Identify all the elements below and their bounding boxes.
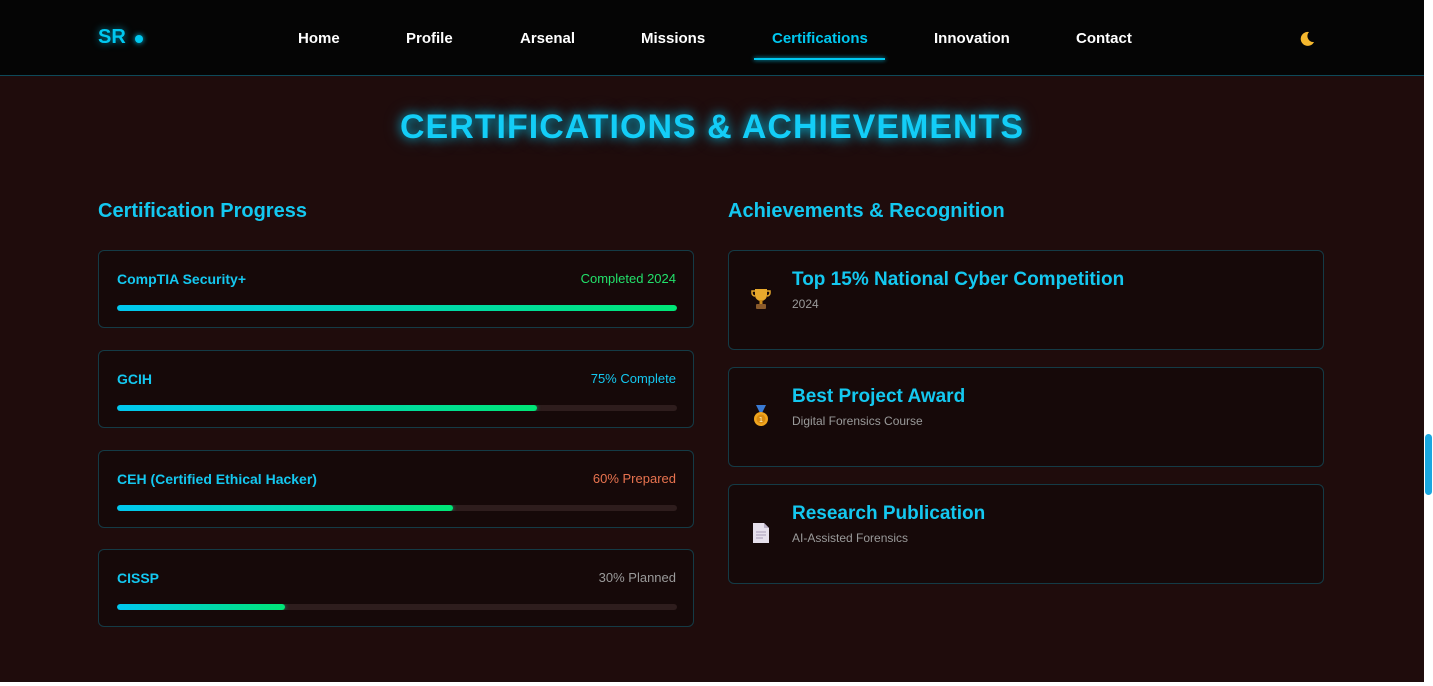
progress-fill [117,604,285,610]
progress-track [117,505,677,511]
nav-link-missions[interactable]: Missions [641,30,705,47]
document-icon [751,521,771,545]
progress-fill [117,305,677,311]
progress-fill [117,505,453,511]
progress-track [117,305,677,311]
active-nav-underline [754,58,885,60]
cert-card: CEH (Certified Ethical Hacker) 60% Prepa… [98,450,694,528]
achievement-subtitle: Digital Forensics Course [792,414,923,428]
navbar: SR Home Profile Arsenal Missions Certifi… [0,0,1424,76]
progress-track [117,604,677,610]
medal-icon: 1 [751,404,771,428]
cert-status: 30% Planned [598,570,676,585]
cert-status: 75% Complete [590,371,676,386]
scrollbar-track[interactable] [1424,0,1433,686]
cert-status: Completed 2024 [580,271,676,286]
nav-link-contact[interactable]: Contact [1076,30,1132,47]
cert-name: CEH (Certified Ethical Hacker) [117,471,317,487]
certification-progress-heading: Certification Progress [98,200,307,222]
logo[interactable]: SR [98,26,126,49]
achievement-title: Research Publication [792,503,986,524]
cert-name: CISSP [117,570,160,586]
cert-card: CompTIA Security+ Completed 2024 [98,250,694,328]
achievement-card: 1 Best Project Award Digital Forensics C… [728,367,1324,467]
achievement-card: Top 15% National Cyber Competition 2024 [728,250,1324,350]
achievement-title: Top 15% National Cyber Competition [792,269,1125,290]
page: SR Home Profile Arsenal Missions Certifi… [0,0,1424,682]
nav-link-innovation[interactable]: Innovation [934,30,1010,47]
nav-link-profile[interactable]: Profile [406,30,453,47]
achievement-title: Best Project Award [792,386,966,407]
scrollbar-thumb[interactable] [1425,434,1432,495]
cert-status: 60% Prepared [592,471,676,486]
nav-link-arsenal[interactable]: Arsenal [520,30,575,47]
achievement-card: Research Publication AI-Assisted Forensi… [728,484,1324,584]
moon-icon[interactable] [1297,29,1317,49]
progress-track [117,405,677,411]
svg-text:1: 1 [759,416,763,424]
nav-link-certifications[interactable]: Certifications [772,30,868,47]
page-title: CERTIFICATIONS & ACHIEVEMENTS [399,108,1025,146]
achievement-subtitle: AI-Assisted Forensics [792,531,909,545]
progress-fill [117,405,537,411]
cert-name: CompTIA Security+ [117,271,247,287]
logo-dot [135,35,143,43]
cert-card: CISSP 30% Planned [98,549,694,627]
trophy-icon [751,287,771,311]
cert-name: GCIH [117,371,152,387]
nav-link-home[interactable]: Home [298,30,340,47]
achievements-heading: Achievements & Recognition [728,200,1005,222]
cert-card: GCIH 75% Complete [98,350,694,428]
achievement-subtitle: 2024 [792,297,819,311]
